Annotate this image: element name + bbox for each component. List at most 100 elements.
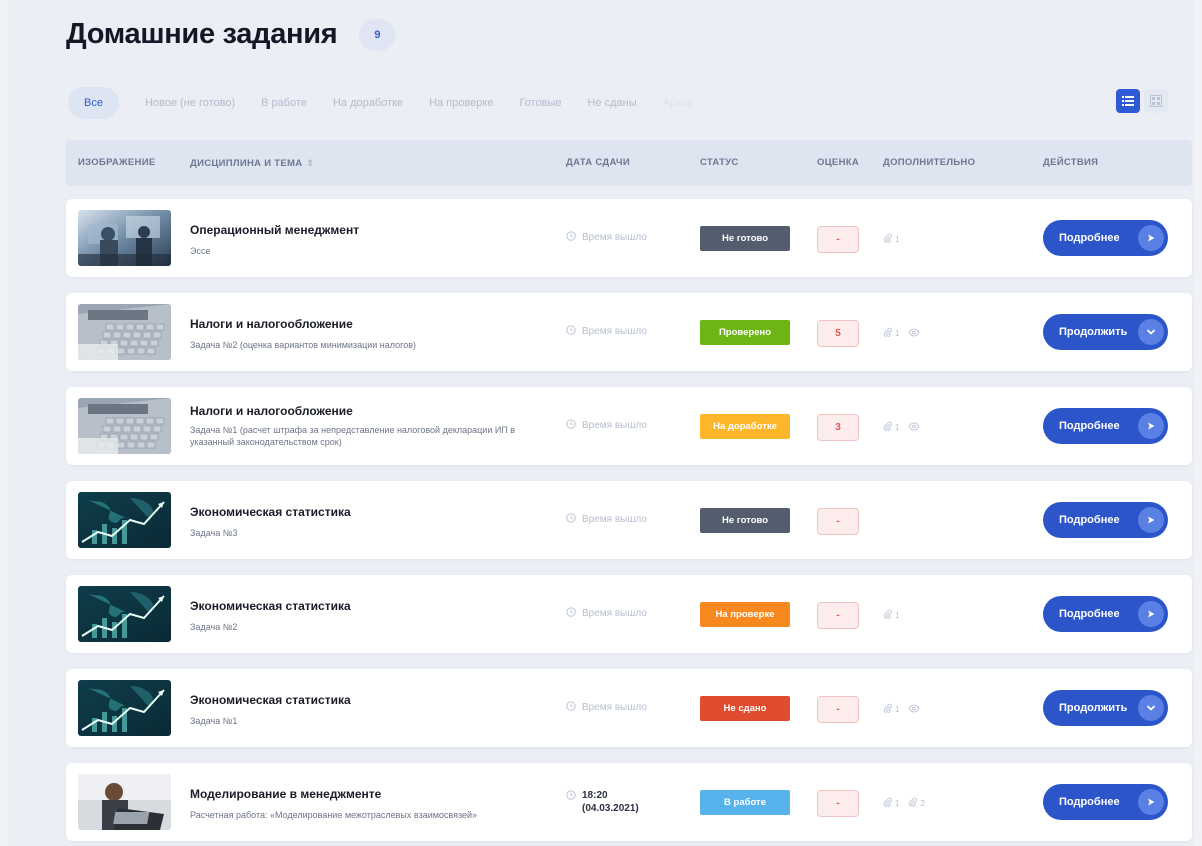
- homework-count-badge: 9: [359, 18, 396, 51]
- extra-attachment-count: 2: [920, 798, 925, 808]
- filter-tab[interactable]: Все: [68, 87, 119, 119]
- filter-tab[interactable]: Не сданы: [587, 97, 636, 109]
- extra-info: 1: [883, 703, 929, 715]
- views[interactable]: [908, 328, 920, 339]
- grade-badge: 3: [817, 414, 859, 441]
- status-badge: Не готово: [700, 226, 790, 251]
- row-action-button[interactable]: Продолжить: [1043, 690, 1168, 726]
- homework-thumbnail: [78, 492, 171, 548]
- grid-view-button[interactable]: [1144, 89, 1168, 113]
- page-title: Домашние задания: [66, 18, 338, 50]
- discipline-title[interactable]: Налоги и налогообложение: [190, 317, 353, 331]
- status-badge: На доработке: [700, 414, 790, 439]
- filter-tab[interactable]: В работе: [261, 97, 307, 109]
- extra-info: 1: [883, 327, 929, 339]
- paperclip-icon: [883, 327, 892, 339]
- discipline-title[interactable]: Экономическая статистика: [190, 599, 351, 613]
- task-subtitle: Задача №1 (расчет штрафа за непредставле…: [190, 425, 516, 447]
- paperclip-icon: [883, 609, 892, 621]
- due-label: Время вышло: [582, 702, 647, 713]
- table-row: Экономическая статистика Задача №3 Время в…: [66, 481, 1192, 559]
- due-day: (04.03.2021): [582, 803, 639, 814]
- task-subtitle: Задача №2: [190, 622, 238, 632]
- chevron-down-icon: [1138, 695, 1164, 721]
- filter-tab[interactable]: Готовые: [519, 97, 561, 109]
- due-date: Время вышло: [566, 419, 647, 432]
- view-toggle: [1116, 89, 1168, 113]
- discipline-title[interactable]: Экономическая статистика: [190, 693, 351, 707]
- due-label: Время вышло: [582, 326, 647, 337]
- row-action-button[interactable]: Подробнее: [1043, 220, 1168, 256]
- column-header-actions: ДЕЙСТВИЯ: [1043, 157, 1099, 168]
- extra-info: 12: [883, 797, 934, 809]
- status-badge: Не сдано: [700, 696, 790, 721]
- task-subtitle: Задача №2 (оценка вариантов минимизации …: [190, 340, 417, 350]
- row-action-button[interactable]: Подробнее: [1043, 502, 1168, 538]
- attachments[interactable]: 1: [883, 797, 899, 809]
- extra-attachments[interactable]: 2: [908, 797, 925, 809]
- row-action-button[interactable]: Подробнее: [1043, 596, 1168, 632]
- discipline-title[interactable]: Налоги и налогообложение: [190, 404, 353, 418]
- table-row: Моделирование в менеджменте Расчетная раб…: [66, 763, 1192, 841]
- table-row: Операционный менеджмент Эссе Время вышло Не…: [66, 199, 1192, 277]
- homework-thumbnail: [78, 304, 171, 360]
- filter-tab[interactable]: Архив: [663, 97, 694, 109]
- discipline-title[interactable]: Экономическая статистика: [190, 505, 351, 519]
- paperclip-icon: [908, 797, 918, 809]
- filter-tab[interactable]: На доработке: [333, 97, 403, 109]
- attachments[interactable]: 1: [883, 703, 899, 715]
- discipline-title[interactable]: Моделирование в менеджменте: [190, 787, 381, 801]
- page-header: Домашние задания 9: [66, 18, 396, 51]
- task-subtitle: Расчетная работа: «Моделирование межотра…: [190, 810, 478, 820]
- status-badge: Не готово: [700, 508, 790, 533]
- grade-badge: -: [817, 790, 859, 817]
- attachments[interactable]: 1: [883, 609, 899, 621]
- due-time: 18:20: [582, 790, 608, 801]
- paperclip-icon: [883, 421, 892, 433]
- attachment-count: 1: [895, 234, 900, 244]
- attachments[interactable]: 1: [883, 233, 899, 245]
- arrow-right-icon: [1138, 507, 1164, 533]
- due-date: Время вышло: [566, 513, 647, 526]
- action-label: Подробнее: [1059, 796, 1120, 808]
- action-label: Подробнее: [1059, 608, 1120, 620]
- action-label: Подробнее: [1059, 514, 1120, 526]
- due-label: Время вышло: [582, 608, 647, 619]
- arrow-right-icon: [1138, 413, 1164, 439]
- filter-tab[interactable]: На проверке: [429, 97, 493, 109]
- clock-icon: [566, 790, 576, 804]
- row-action-button[interactable]: Подробнее: [1043, 408, 1168, 444]
- homework-thumbnail: [78, 586, 171, 642]
- list-view-button[interactable]: [1116, 89, 1140, 113]
- row-action-button[interactable]: Продолжить: [1043, 314, 1168, 350]
- views[interactable]: [908, 704, 920, 715]
- filter-tab[interactable]: Новое (не готово): [145, 97, 235, 109]
- table-row: Экономическая статистика Задача №1 Время в…: [66, 669, 1192, 747]
- status-filter-tabs: Все Новое (не готово) В работе На доработке…: [68, 86, 719, 120]
- views[interactable]: [908, 422, 920, 433]
- homework-thumbnail: [78, 398, 171, 454]
- due-date: 18:20 (04.03.2021): [566, 789, 639, 815]
- extra-info: 1: [883, 233, 908, 245]
- status-badge: В работе: [700, 790, 790, 815]
- clock-icon: [566, 419, 576, 432]
- eye-icon: [908, 704, 920, 715]
- homework-page: Домашние задания 9 Все Новое (не готово) В…: [8, 0, 1194, 846]
- task-subtitle: Задача №3: [190, 528, 238, 538]
- due-label: Время вышло: [582, 232, 647, 243]
- table-row: Экономическая статистика Задача №2 Время в…: [66, 575, 1192, 653]
- attachment-count: 1: [895, 610, 900, 620]
- row-action-button[interactable]: Подробнее: [1043, 784, 1168, 820]
- attachments[interactable]: 1: [883, 421, 899, 433]
- clock-icon: [566, 701, 576, 714]
- action-label: Продолжить: [1059, 702, 1128, 714]
- discipline-title[interactable]: Операционный менеджмент: [190, 223, 359, 237]
- sort-icon[interactable]: ⇕: [306, 158, 314, 168]
- action-label: Продолжить: [1059, 326, 1128, 338]
- homework-thumbnail: [78, 680, 171, 736]
- column-header-discipline[interactable]: ДИСЦИПЛИНА И ТЕМА ⇕: [190, 140, 314, 186]
- table-row: Налоги и налогообложение Задача №1 (расче…: [66, 387, 1192, 465]
- attachment-count: 1: [895, 422, 900, 432]
- attachments[interactable]: 1: [883, 327, 899, 339]
- list-view-icon: [1122, 96, 1134, 106]
